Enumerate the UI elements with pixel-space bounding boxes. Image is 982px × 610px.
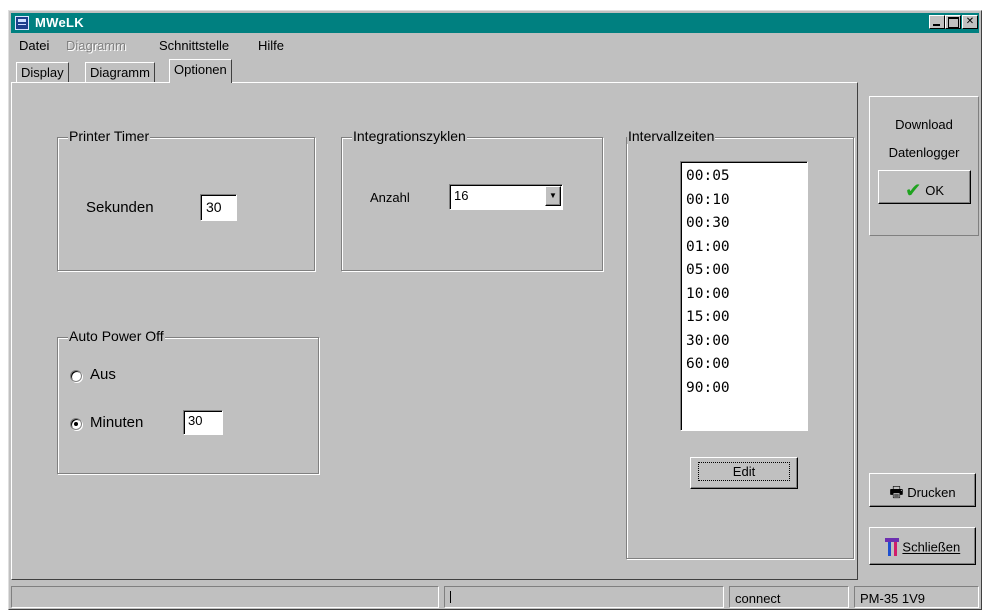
count-select[interactable]: 16 ▼ xyxy=(449,184,563,210)
exit-door-icon xyxy=(884,538,899,556)
interval-item[interactable]: 05:00 xyxy=(686,259,807,283)
connection-status: connect xyxy=(729,586,849,608)
minimize-button[interactable] xyxy=(929,15,945,29)
ok-button[interactable]: ✔ OK xyxy=(878,170,971,204)
menu-datei[interactable]: Datei xyxy=(19,38,49,53)
status-cursor xyxy=(450,591,451,603)
close-button-label: Schließen xyxy=(902,539,961,555)
interval-item[interactable]: 00:10 xyxy=(686,189,807,213)
menu-schnittstelle[interactable]: Schnittstelle xyxy=(159,38,229,53)
interval-item[interactable]: 00:05 xyxy=(686,165,807,189)
interval-times-title: Intervallzeiten xyxy=(627,128,716,144)
download-datalogger-box: Download Datenlogger ✔ OK xyxy=(869,96,979,236)
edit-button[interactable]: Edit xyxy=(690,457,798,489)
minutes-input[interactable]: 30 xyxy=(183,410,223,435)
interval-item[interactable]: 60:00 xyxy=(686,353,807,377)
radio-minutes[interactable] xyxy=(70,418,82,430)
interval-item[interactable]: 30:00 xyxy=(686,330,807,354)
ok-button-label: OK xyxy=(925,183,945,198)
checkmark-icon: ✔ xyxy=(904,180,922,202)
printer-timer-group: Printer Timer Sekunden 30 xyxy=(57,128,315,271)
menu-bar: Datei Diagramm Schnittstelle Hilfe xyxy=(11,35,979,55)
radio-minutes-label[interactable]: Minuten xyxy=(90,414,143,431)
dropdown-arrow-icon[interactable]: ▼ xyxy=(545,186,561,206)
app-window: MWeLK ✕ Datei Diagramm Schnittstelle Hil… xyxy=(8,10,982,610)
status-bar: connect PM-35 1V9 xyxy=(11,586,979,608)
print-button-label: Drucken xyxy=(907,485,956,500)
interval-item[interactable]: 15:00 xyxy=(686,306,807,330)
menu-diagramm[interactable]: Diagramm xyxy=(66,38,126,53)
printer-timer-title: Printer Timer xyxy=(68,128,151,144)
interval-item[interactable]: 00:30 xyxy=(686,212,807,236)
printer-icon: 🖶 xyxy=(889,484,904,501)
print-button[interactable]: 🖶 Drucken xyxy=(869,473,976,507)
count-select-value: 16 xyxy=(454,188,469,203)
app-calculator-icon xyxy=(15,16,29,30)
radio-off-label[interactable]: Aus xyxy=(90,366,116,383)
status-pane-1 xyxy=(11,586,439,608)
edit-button-label: Edit xyxy=(697,462,791,481)
maximize-button[interactable] xyxy=(945,15,961,29)
interval-listbox[interactable]: 00:05 00:10 00:30 01:00 05:00 10:00 15:0… xyxy=(680,161,808,431)
tab-diagramm[interactable]: Diagramm xyxy=(85,62,155,82)
radio-off[interactable] xyxy=(70,370,82,382)
close-window-button[interactable]: ✕ xyxy=(962,15,978,29)
options-panel: Printer Timer Sekunden 30 Integrationszy… xyxy=(11,82,858,580)
auto-power-off-group: Auto Power Off Aus Minuten 30 xyxy=(57,328,319,474)
interval-item[interactable]: 01:00 xyxy=(686,236,807,260)
close-button[interactable]: Schließen xyxy=(869,527,976,565)
window-title: MWeLK xyxy=(35,15,84,30)
menu-hilfe[interactable]: Hilfe xyxy=(258,38,284,53)
device-version: PM-35 1V9 xyxy=(854,586,979,608)
seconds-input[interactable]: 30 xyxy=(200,194,237,221)
seconds-label: Sekunden xyxy=(86,199,154,216)
integration-cycles-title: Integrationszyklen xyxy=(352,128,467,144)
download-label: Download xyxy=(895,117,953,132)
interval-times-group: Intervallzeiten 00:05 00:10 00:30 01:00 … xyxy=(626,128,854,559)
interval-item[interactable]: 10:00 xyxy=(686,283,807,307)
title-bar[interactable]: MWeLK ✕ xyxy=(11,13,979,33)
status-pane-2 xyxy=(444,586,724,608)
tab-display[interactable]: Display xyxy=(16,62,69,82)
interval-item[interactable]: 90:00 xyxy=(686,377,807,401)
count-label: Anzahl xyxy=(370,190,410,205)
tab-optionen[interactable]: Optionen xyxy=(169,59,232,83)
integration-cycles-group: Integrationszyklen Anzahl 16 ▼ xyxy=(341,128,603,271)
datalogger-label: Datenlogger xyxy=(888,145,960,160)
auto-power-off-title: Auto Power Off xyxy=(68,328,165,344)
